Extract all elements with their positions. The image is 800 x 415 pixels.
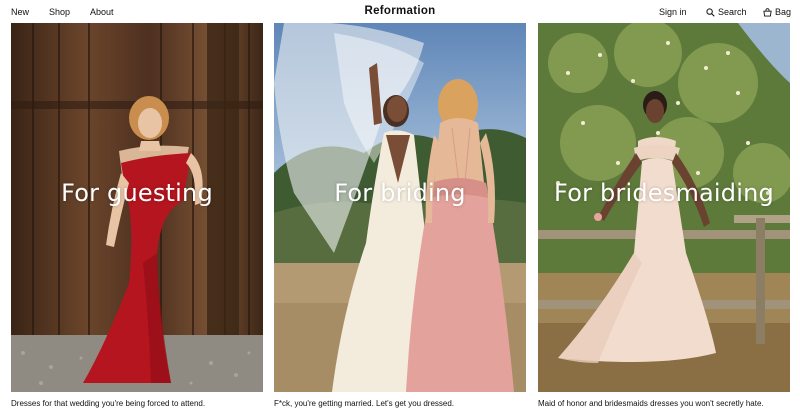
bag-label: Bag (775, 7, 792, 17)
top-nav: New Shop About Reformation Sign in Searc… (0, 0, 800, 22)
panel-title-bridesmaiding: For bridesmaiding (554, 179, 774, 207)
panel-title-briding: For briding (334, 179, 466, 207)
search-button[interactable]: Search (706, 7, 747, 17)
panel-guesting[interactable]: For guesting (11, 23, 263, 392)
caption-guesting: Dresses for that wedding you're being fo… (11, 399, 206, 408)
panel-title-guesting: For guesting (61, 179, 213, 207)
bridesmaiding-photo (538, 23, 790, 392)
panel-briding[interactable]: For briding (274, 23, 526, 392)
search-icon (706, 7, 715, 17)
brand-logo[interactable]: Reformation (364, 5, 435, 17)
sign-in-link[interactable]: Sign in (659, 7, 687, 17)
guesting-photo (11, 23, 263, 392)
caption-briding: F*ck, you're getting married. Let's get … (274, 399, 455, 408)
bag-button[interactable]: Bag (763, 7, 791, 17)
briding-photo (274, 23, 526, 392)
bag-icon (763, 7, 772, 17)
panel-bridesmaiding[interactable]: For bridesmaiding (538, 23, 790, 392)
caption-bridesmaiding: Maid of honor and bridesmaids dresses yo… (538, 399, 764, 408)
search-label: Search (718, 7, 747, 17)
